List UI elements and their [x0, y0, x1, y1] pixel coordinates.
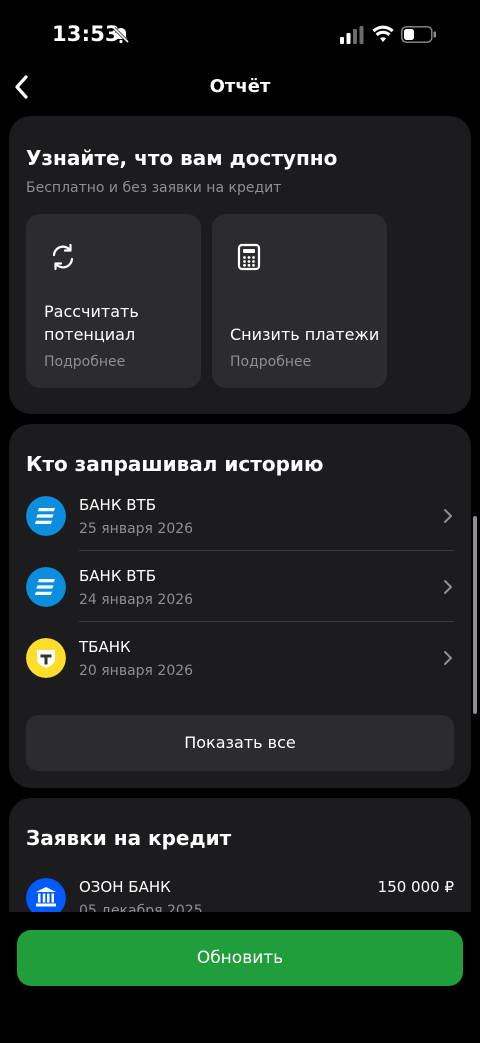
discover-title: Узнайте, что вам доступно — [26, 146, 338, 170]
applications-title: Заявки на кредит — [26, 826, 232, 850]
battery-icon — [401, 26, 436, 43]
cellular-signal-icon — [340, 26, 364, 44]
vtb-logo — [26, 496, 66, 536]
scrollbar[interactable] — [473, 516, 477, 714]
history-row[interactable]: БАНК ВТБ 25 января 2026 — [26, 480, 454, 551]
history-card: Кто запрашивал историю БАНК ВТБ 25 январ… — [9, 424, 471, 788]
tbank-logo — [26, 638, 66, 678]
bank-name: БАНК ВТБ — [79, 567, 156, 585]
calculator-icon — [237, 243, 261, 271]
history-row[interactable]: БАНК ВТБ 24 января 2026 — [26, 551, 454, 622]
status-bar: 13:53 — [0, 0, 480, 70]
request-date: 24 января 2026 — [79, 592, 194, 608]
show-all-button[interactable]: Показать все — [26, 715, 454, 771]
bank-name: ОЗОН БАНК — [79, 878, 171, 896]
history-title: Кто запрашивал историю — [26, 452, 324, 476]
chevron-right-icon — [444, 509, 452, 523]
history-row[interactable]: ТБАНК 20 января 2026 — [26, 622, 454, 693]
vtb-logo — [26, 567, 66, 607]
nav-bar: Отчёт — [0, 66, 480, 110]
chevron-right-icon — [444, 580, 452, 594]
calculate-potential-tile[interactable]: Рассчитать потенциал Подробнее — [26, 214, 201, 388]
bell-muted-icon — [112, 26, 130, 44]
refresh-button[interactable]: Обновить — [17, 930, 463, 986]
page-title: Отчёт — [209, 76, 271, 97]
application-date: 05 декабря 2025 — [79, 903, 203, 912]
tile-more-link[interactable]: Подробнее — [44, 354, 125, 370]
bank-icon — [26, 878, 66, 912]
discover-card: Узнайте, что вам доступно Бесплатно и бе… — [9, 116, 471, 414]
tile-label: Рассчитать потенциал — [44, 302, 139, 344]
wifi-icon — [372, 25, 394, 42]
report-scroll-area[interactable]: Узнайте, что вам доступно Бесплатно и бе… — [0, 110, 480, 912]
request-date: 20 января 2026 — [79, 663, 194, 679]
tile-more-link[interactable]: Подробнее — [230, 354, 311, 370]
request-date: 25 января 2026 — [79, 521, 194, 537]
bank-name: БАНК ВТБ — [79, 496, 156, 514]
refresh-icon — [52, 243, 74, 271]
discover-subtitle: Бесплатно и без заявки на кредит — [26, 180, 282, 196]
chevron-right-icon — [444, 651, 452, 665]
status-time: 13:53 — [52, 22, 120, 46]
loan-applications-card: Заявки на кредит ОЗОН БАНК 05 декабря 20… — [9, 798, 471, 912]
bank-name: ТБАНК — [79, 638, 131, 656]
tile-label: Снизить платежи — [230, 325, 380, 344]
reduce-payments-tile[interactable]: Снизить платежи Подробнее — [212, 214, 387, 388]
loan-amount: 150 000 ₽ — [377, 878, 454, 896]
